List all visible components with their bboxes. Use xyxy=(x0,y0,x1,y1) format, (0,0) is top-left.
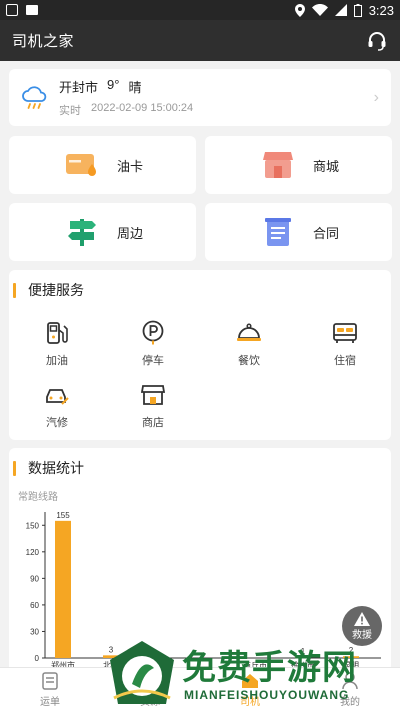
service-parking[interactable]: 停车 xyxy=(105,320,201,368)
image-icon xyxy=(26,5,38,15)
chart-data-label: 1 xyxy=(301,647,306,656)
cloud-rain-icon xyxy=(22,85,47,109)
tile-label: 周边 xyxy=(117,225,144,241)
cargo-icon xyxy=(141,672,159,690)
home-icon xyxy=(241,672,259,690)
location-icon xyxy=(294,3,305,17)
chart-bar xyxy=(343,656,359,658)
chart-data-label: 155 xyxy=(56,512,70,520)
tile-fuel-card[interactable]: 油卡 xyxy=(9,136,196,194)
chart-y-tick-label: 60 xyxy=(30,601,39,610)
tab-mine[interactable]: 我的 xyxy=(300,668,400,711)
tab-cargo[interactable]: 货源 xyxy=(100,668,200,711)
tile-label: 合同 xyxy=(313,225,340,241)
service-fuel[interactable]: 加油 xyxy=(9,320,105,368)
service-label: 加油 xyxy=(46,355,68,367)
weather-datetime: 2022-02-09 15:00:24 xyxy=(91,102,194,114)
chart-y-tick-label: 120 xyxy=(26,548,40,557)
app-bar: 司机之家 xyxy=(0,20,400,61)
bottom-tab-bar: 运单 货源 司机 我的 xyxy=(0,667,400,711)
shop-icon xyxy=(261,150,295,180)
parking-icon xyxy=(140,320,166,346)
tab-driver[interactable]: 司机 xyxy=(200,668,300,711)
section-accent-bar xyxy=(13,460,16,476)
tab-label: 运单 xyxy=(40,696,60,708)
fuel-card-icon xyxy=(65,150,99,180)
document-icon xyxy=(261,217,295,247)
signal-icon xyxy=(334,4,347,16)
status-bar: 3:23 xyxy=(0,0,400,20)
warning-icon xyxy=(354,611,370,626)
weather-card[interactable]: 开封市 9° 晴 实时 2022-02-09 15:00:24 › xyxy=(9,69,391,126)
section-accent-bar xyxy=(13,282,16,298)
tab-label: 司机 xyxy=(240,696,260,708)
wifi-icon xyxy=(311,4,328,16)
rescue-button[interactable]: 救援 xyxy=(342,606,382,646)
weather-condition: 晴 xyxy=(128,80,142,95)
section-title: 数据统计 xyxy=(28,460,84,476)
chevron-right-icon: › xyxy=(373,89,379,106)
tile-contract[interactable]: 合同 xyxy=(205,203,392,261)
service-label: 停车 xyxy=(142,355,164,367)
chart-subtitle: 常跑线路 xyxy=(18,492,58,503)
service-label: 餐饮 xyxy=(238,355,260,367)
chart-y-tick-label: 0 xyxy=(35,654,40,663)
section-title: 便捷服务 xyxy=(28,282,84,298)
weather-city: 开封市 xyxy=(59,80,99,95)
services-section: 便捷服务 加油 停车 餐饮 住宿 汽修 商店 xyxy=(9,270,391,440)
user-icon xyxy=(341,671,359,690)
rescue-label: 救援 xyxy=(352,629,372,641)
waybill-icon xyxy=(41,671,59,690)
service-label: 住宿 xyxy=(334,355,356,367)
status-time: 3:23 xyxy=(368,2,394,18)
customer-service-icon[interactable] xyxy=(366,30,388,52)
weather-realtime-label: 实时 xyxy=(59,105,81,117)
notification-icon xyxy=(6,4,18,16)
chart-y-tick-label: 150 xyxy=(26,521,40,530)
chart-y-tick-label: 30 xyxy=(30,627,39,636)
car-repair-icon xyxy=(44,382,70,408)
store-icon xyxy=(140,382,166,408)
service-label: 汽修 xyxy=(46,417,68,429)
chart-bar xyxy=(103,655,119,658)
signpost-icon xyxy=(65,217,99,247)
service-lodging[interactable]: 住宿 xyxy=(297,320,393,368)
chart-bar xyxy=(295,657,311,658)
tile-label: 商城 xyxy=(313,158,340,174)
chart-data-label: 3 xyxy=(109,645,114,654)
service-car-repair[interactable]: 汽修 xyxy=(9,382,105,430)
weather-temp: 9° xyxy=(107,77,120,92)
service-dining[interactable]: 餐饮 xyxy=(201,320,297,368)
bed-icon xyxy=(332,320,358,346)
tab-waybill[interactable]: 运单 xyxy=(0,668,100,711)
page-title: 司机之家 xyxy=(12,33,75,50)
tile-label: 油卡 xyxy=(117,158,144,174)
battery-icon xyxy=(353,3,362,17)
tab-label: 货源 xyxy=(140,696,160,708)
tab-label: 我的 xyxy=(340,696,360,708)
fuel-pump-icon xyxy=(44,320,70,346)
chart-data-label: 2 xyxy=(349,646,354,655)
section-header: 便捷服务 xyxy=(9,270,391,310)
service-label: 商店 xyxy=(142,417,164,429)
section-header: 数据统计 xyxy=(9,448,391,488)
food-cloche-icon xyxy=(236,320,262,346)
service-store[interactable]: 商店 xyxy=(105,382,201,430)
chart-bar xyxy=(55,520,71,658)
stats-section: 数据统计 常跑线路 0 30 60 90 120 150 155 郑州市 3 北京 商丘市 1 徐州市 2… xyxy=(9,448,391,672)
tile-nearby[interactable]: 周边 xyxy=(9,203,196,261)
chart-y-tick-label: 90 xyxy=(30,574,39,583)
tile-mall[interactable]: 商城 xyxy=(205,136,392,194)
